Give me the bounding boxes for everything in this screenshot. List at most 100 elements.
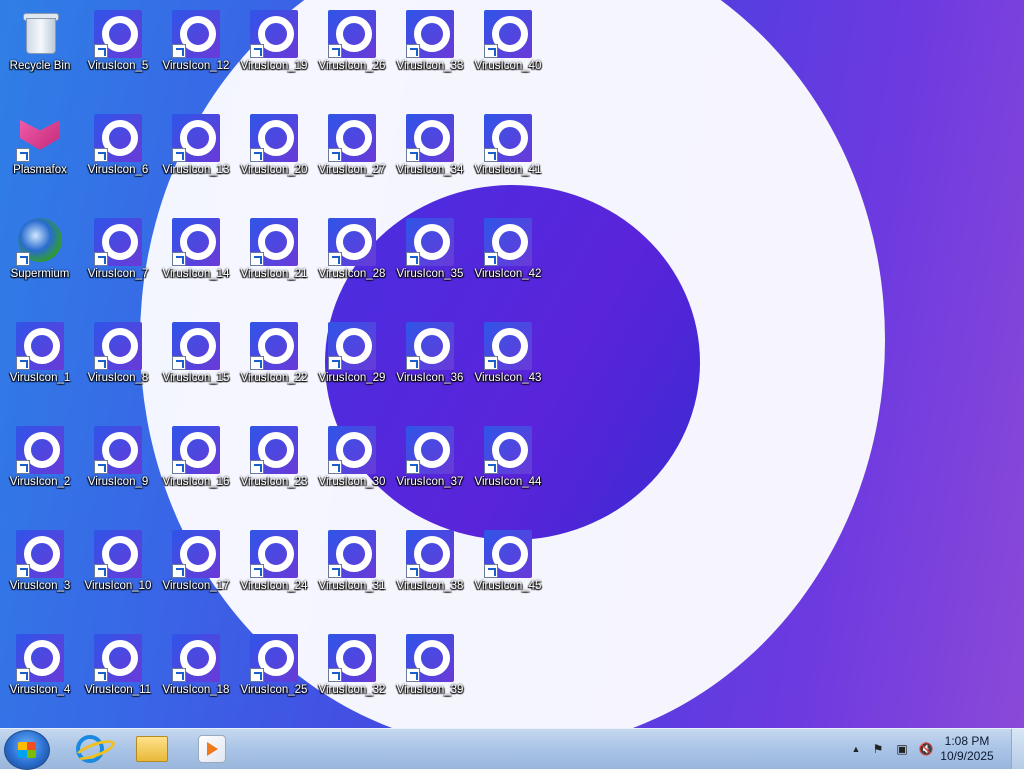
desktop-icon-virusicon-25[interactable]: VirusIcon_25 <box>236 628 312 726</box>
desktop-icon-virusicon-24[interactable]: VirusIcon_24 <box>236 524 312 622</box>
desktop-icon-virusicon-22[interactable]: VirusIcon_22 <box>236 316 312 414</box>
desktop-icon-recycle-bin[interactable]: Recycle Bin <box>2 4 78 102</box>
virus-app-icon <box>484 426 532 474</box>
desktop-icon-virusicon-42[interactable]: VirusIcon_42 <box>470 212 546 310</box>
desktop-icon-virusicon-45[interactable]: VirusIcon_45 <box>470 524 546 622</box>
shortcut-arrow-icon <box>328 564 342 578</box>
shortcut-arrow-icon <box>172 356 186 370</box>
virus-app-icon <box>328 218 376 266</box>
virus-app-icon <box>484 322 532 370</box>
action-center-flag-icon[interactable]: ⚑ <box>870 741 886 757</box>
desktop-icon-virusicon-2[interactable]: VirusIcon_2 <box>2 420 78 518</box>
desktop-icon-virusicon-44[interactable]: VirusIcon_44 <box>470 420 546 518</box>
desktop-icon-label: VirusIcon_17 <box>162 580 230 592</box>
shortcut-arrow-icon <box>172 252 186 266</box>
shortcut-arrow-icon <box>16 148 30 162</box>
virus-app-icon <box>484 114 532 162</box>
ie-icon <box>76 735 104 763</box>
desktop-icon-virusicon-27[interactable]: VirusIcon_27 <box>314 108 390 206</box>
desktop-icon-virusicon-23[interactable]: VirusIcon_23 <box>236 420 312 518</box>
desktop-icon-virusicon-18[interactable]: VirusIcon_18 <box>158 628 234 726</box>
virus-app-icon <box>328 634 376 682</box>
desktop-icon-virusicon-3[interactable]: VirusIcon_3 <box>2 524 78 622</box>
desktop-icon-virusicon-13[interactable]: VirusIcon_13 <box>158 108 234 206</box>
desktop-icon-virusicon-10[interactable]: VirusIcon_10 <box>80 524 156 622</box>
desktop-icon-virusicon-15[interactable]: VirusIcon_15 <box>158 316 234 414</box>
desktop-icon-label: VirusIcon_37 <box>396 476 464 488</box>
desktop-icon-virusicon-17[interactable]: VirusIcon_17 <box>158 524 234 622</box>
desktop-icon-virusicon-19[interactable]: VirusIcon_19 <box>236 4 312 102</box>
desktop-icon-virusicon-28[interactable]: VirusIcon_28 <box>314 212 390 310</box>
clock[interactable]: 1:08 PM 10/9/2025 <box>932 734 1002 764</box>
desktop-icon-plasmafox[interactable]: Plasmafox <box>2 108 78 206</box>
shortcut-arrow-icon <box>484 148 498 162</box>
shortcut-arrow-icon <box>250 460 264 474</box>
desktop-icon-virusicon-26[interactable]: VirusIcon_26 <box>314 4 390 102</box>
shortcut-arrow-icon <box>172 564 186 578</box>
desktop-icon-label: VirusIcon_2 <box>9 476 71 488</box>
desktop-icon-virusicon-37[interactable]: VirusIcon_37 <box>392 420 468 518</box>
desktop-icon-virusicon-14[interactable]: VirusIcon_14 <box>158 212 234 310</box>
start-button[interactable] <box>4 730 50 770</box>
desktop-icon-virusicon-35[interactable]: VirusIcon_35 <box>392 212 468 310</box>
shortcut-arrow-icon <box>406 668 420 682</box>
desktop-icon-virusicon-32[interactable]: VirusIcon_32 <box>314 628 390 726</box>
desktop-icon-virusicon-1[interactable]: VirusIcon_1 <box>2 316 78 414</box>
windows-logo-icon <box>18 742 36 758</box>
show-hidden-icons-arrow[interactable]: ▲ <box>848 741 864 757</box>
desktop-icon-virusicon-43[interactable]: VirusIcon_43 <box>470 316 546 414</box>
virus-app-icon <box>250 114 298 162</box>
desktop-icon-virusicon-34[interactable]: VirusIcon_34 <box>392 108 468 206</box>
taskbar-internet-explorer[interactable] <box>68 732 112 766</box>
desktop-icon-virusicon-7[interactable]: VirusIcon_7 <box>80 212 156 310</box>
virus-app-icon <box>16 322 64 370</box>
taskbar-file-explorer[interactable] <box>130 732 174 766</box>
virus-app-icon <box>94 218 142 266</box>
show-desktop-button[interactable] <box>1011 729 1024 769</box>
taskbar-media-player[interactable] <box>190 732 234 766</box>
virus-app-icon <box>172 114 220 162</box>
shortcut-arrow-icon <box>406 44 420 58</box>
shortcut-arrow-icon <box>250 668 264 682</box>
desktop-icons: Recycle Bin Plasmafox Supermium VirusIcon_1… <box>0 0 560 728</box>
shortcut-arrow-icon <box>406 356 420 370</box>
shortcut-arrow-icon <box>16 564 30 578</box>
desktop-icon-virusicon-6[interactable]: VirusIcon_6 <box>80 108 156 206</box>
folder-icon <box>136 736 168 762</box>
shortcut-arrow-icon <box>16 460 30 474</box>
virus-app-icon <box>172 218 220 266</box>
desktop-icon-virusicon-21[interactable]: VirusIcon_21 <box>236 212 312 310</box>
desktop-icon-virusicon-5[interactable]: VirusIcon_5 <box>80 4 156 102</box>
desktop-icon-label: Recycle Bin <box>9 60 71 72</box>
virus-app-icon <box>406 530 454 578</box>
desktop-icon-virusicon-39[interactable]: VirusIcon_39 <box>392 628 468 726</box>
desktop-icon-virusicon-29[interactable]: VirusIcon_29 <box>314 316 390 414</box>
network-icon[interactable]: ▣ <box>894 741 910 757</box>
desktop-icon-label: VirusIcon_3 <box>9 580 71 592</box>
desktop-icon-virusicon-11[interactable]: VirusIcon_11 <box>80 628 156 726</box>
taskbar: ▲ ⚑ ▣ 🔇 1:08 PM 10/9/2025 <box>0 728 1024 770</box>
desktop-icon-virusicon-41[interactable]: VirusIcon_41 <box>470 108 546 206</box>
desktop-icon-virusicon-31[interactable]: VirusIcon_31 <box>314 524 390 622</box>
virus-app-icon <box>406 114 454 162</box>
desktop-icon-supermium[interactable]: Supermium <box>2 212 78 310</box>
desktop-icon-virusicon-20[interactable]: VirusIcon_20 <box>236 108 312 206</box>
desktop-icon-label: VirusIcon_20 <box>240 164 308 176</box>
desktop-icon-label: VirusIcon_21 <box>240 268 308 280</box>
virus-app-icon <box>172 10 220 58</box>
desktop-icon-virusicon-40[interactable]: VirusIcon_40 <box>470 4 546 102</box>
desktop-icon-virusicon-16[interactable]: VirusIcon_16 <box>158 420 234 518</box>
desktop-icon-virusicon-12[interactable]: VirusIcon_12 <box>158 4 234 102</box>
desktop[interactable]: Recycle Bin Plasmafox Supermium VirusIcon_1… <box>0 0 1024 728</box>
desktop-icon-virusicon-9[interactable]: VirusIcon_9 <box>80 420 156 518</box>
desktop-icon-label: VirusIcon_29 <box>318 372 386 384</box>
shortcut-arrow-icon <box>172 148 186 162</box>
desktop-icon-virusicon-38[interactable]: VirusIcon_38 <box>392 524 468 622</box>
desktop-icon-label: VirusIcon_36 <box>396 372 464 384</box>
desktop-icon-virusicon-8[interactable]: VirusIcon_8 <box>80 316 156 414</box>
desktop-icon-virusicon-30[interactable]: VirusIcon_30 <box>314 420 390 518</box>
desktop-icon-virusicon-36[interactable]: VirusIcon_36 <box>392 316 468 414</box>
shortcut-arrow-icon <box>328 44 342 58</box>
desktop-icon-virusicon-33[interactable]: VirusIcon_33 <box>392 4 468 102</box>
desktop-icon-virusicon-4[interactable]: VirusIcon_4 <box>2 628 78 726</box>
